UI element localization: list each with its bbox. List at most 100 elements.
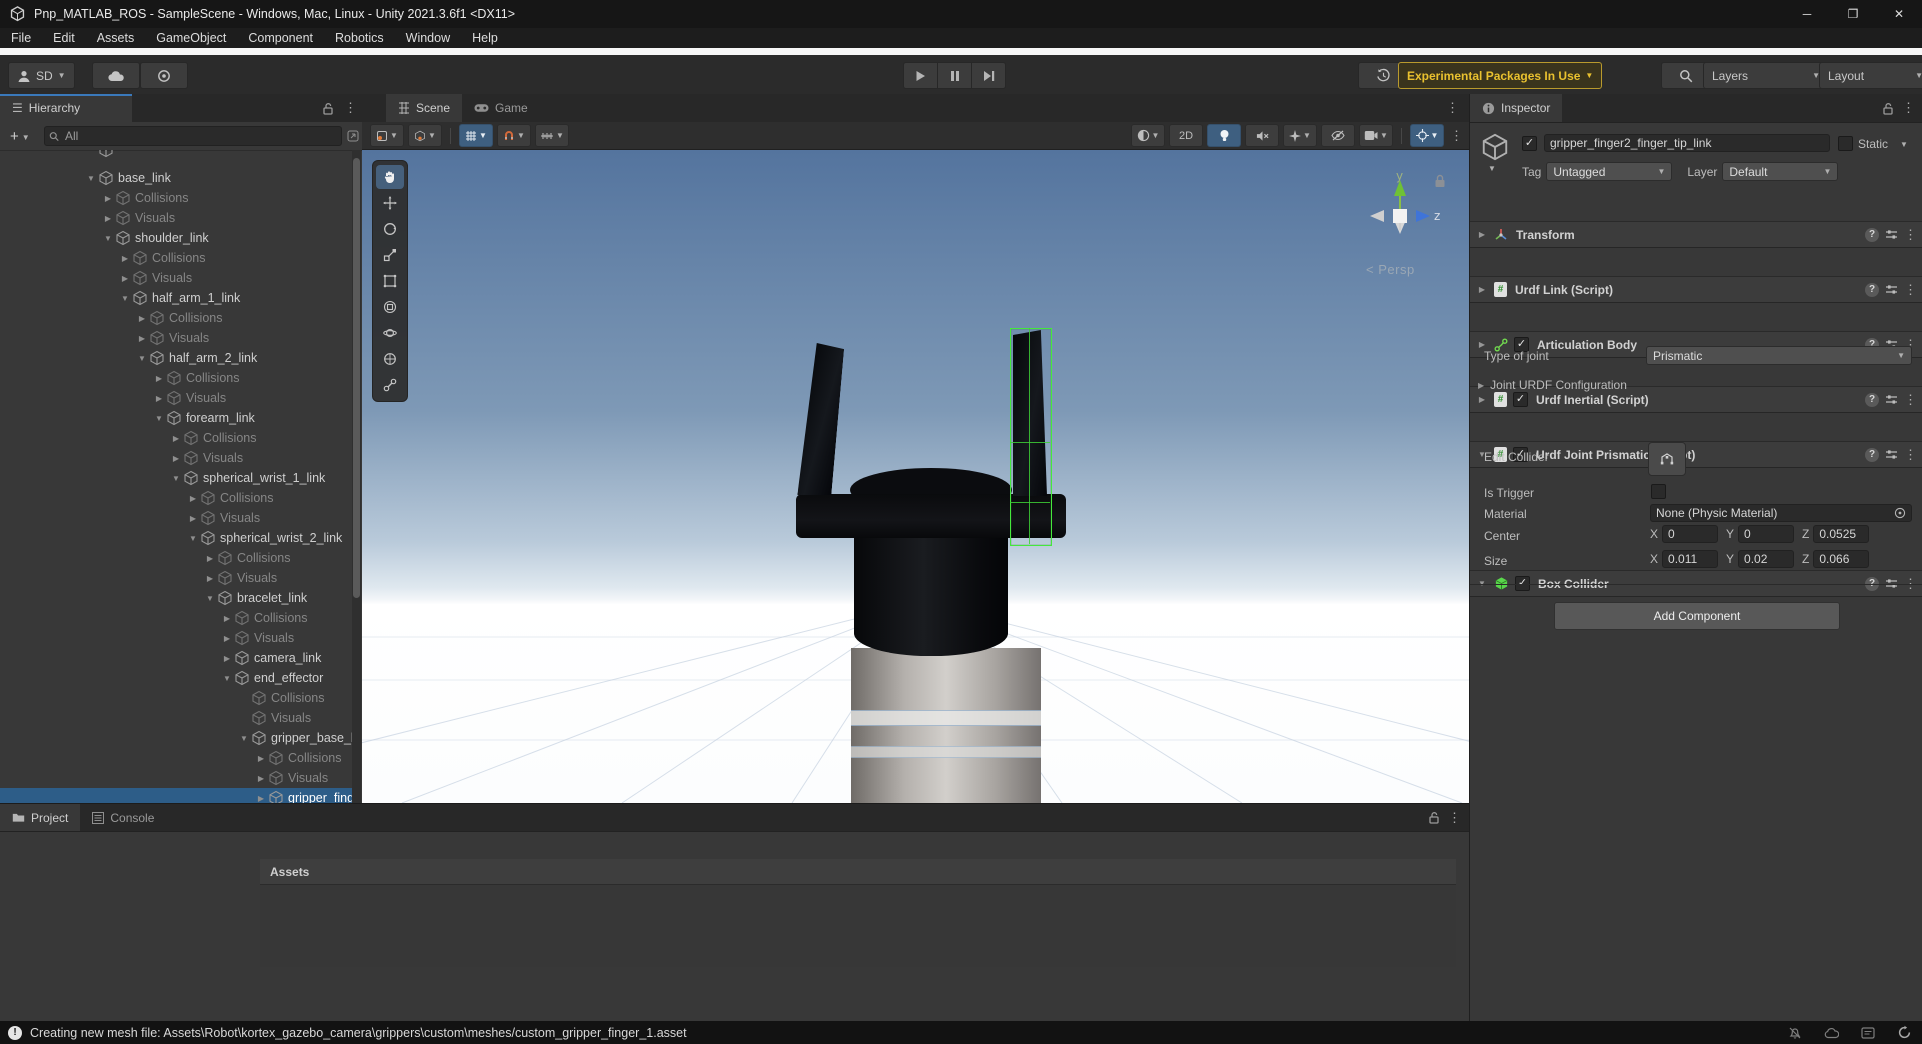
articulation-tool[interactable] <box>376 373 404 397</box>
custom-tool[interactable] <box>376 321 404 345</box>
hierarchy-row[interactable]: spherical_wrist_1_link <box>0 468 352 488</box>
expand-arrow-icon[interactable] <box>135 334 149 343</box>
panel-menu-icon[interactable]: ⋮ <box>344 100 357 116</box>
component-enabled-checkbox[interactable]: ✓ <box>1513 392 1528 407</box>
grid-visibility-button[interactable]: ▼ <box>459 124 493 147</box>
size-y-field[interactable] <box>1738 550 1794 568</box>
help-icon[interactable]: ? <box>1865 448 1879 462</box>
hierarchy-row[interactable]: Visuals <box>0 208 352 228</box>
hierarchy-row[interactable]: Collisions <box>0 488 352 508</box>
expand-arrow-icon[interactable] <box>152 394 166 403</box>
size-x-input[interactable] <box>1668 552 1712 566</box>
expand-arrow-icon[interactable] <box>220 634 234 643</box>
expand-arrow-icon[interactable] <box>118 254 132 263</box>
hierarchy-row[interactable]: Collisions <box>0 688 352 708</box>
lock-icon[interactable] <box>1428 811 1440 824</box>
hierarchy-row[interactable]: Collisions <box>0 248 352 268</box>
hierarchy-scrollbar[interactable] <box>352 150 361 803</box>
gizmo-lock-icon[interactable] <box>1434 174 1446 188</box>
expand-arrow-icon[interactable] <box>169 474 183 483</box>
hierarchy-row[interactable]: Collisions <box>0 748 352 768</box>
static-dropdown-icon[interactable]: ▼ <box>1900 140 1908 149</box>
center-z-field[interactable] <box>1813 525 1869 543</box>
tab-console[interactable]: Console <box>80 804 166 831</box>
center-x-input[interactable] <box>1668 527 1712 541</box>
hierarchy-search-input[interactable] <box>63 128 337 144</box>
expand-arrow-icon[interactable] <box>186 534 200 543</box>
expand-arrow-icon[interactable] <box>220 654 234 663</box>
component-menu-icon[interactable]: ⋮ <box>1904 447 1917 463</box>
hierarchy-row[interactable]: half_arm_2_link <box>0 348 352 368</box>
tab-game[interactable]: Game <box>462 94 540 122</box>
hierarchy-row[interactable]: Collisions <box>0 308 352 328</box>
tool-settings-button[interactable]: ▼ <box>370 124 404 147</box>
foldout-arrow-icon[interactable]: ▶ <box>1476 230 1488 239</box>
hierarchy-row[interactable]: gripper_base_link <box>0 728 352 748</box>
hierarchy-row[interactable]: Collisions <box>0 428 352 448</box>
experimental-packages-button[interactable]: Experimental Packages In Use ▼ <box>1398 62 1602 89</box>
hierarchy-row[interactable]: Visuals <box>0 768 352 788</box>
add-object-button[interactable]: + <box>10 128 19 145</box>
search-pick-icon[interactable] <box>347 130 359 142</box>
static-checkbox[interactable] <box>1838 136 1853 151</box>
joint-urdf-foldout[interactable]: ▶ Joint URDF Configuration <box>1478 378 1627 392</box>
center-y-field[interactable] <box>1738 525 1794 543</box>
component-menu-icon[interactable]: ⋮ <box>1904 282 1917 298</box>
component-menu-icon[interactable]: ⋮ <box>1904 392 1917 408</box>
play-button[interactable] <box>903 62 938 89</box>
camera-settings-button[interactable]: ▼ <box>1359 124 1393 147</box>
hierarchy-row[interactable]: base_link <box>0 168 352 188</box>
hierarchy-row[interactable]: spherical_wrist_2_link <box>0 528 352 548</box>
expand-arrow-icon[interactable] <box>220 614 234 623</box>
expand-arrow-icon[interactable] <box>186 494 200 503</box>
hierarchy-row[interactable]: half_arm_1_link <box>0 288 352 308</box>
add-component-button[interactable]: Add Component <box>1554 602 1840 630</box>
panel-menu-icon[interactable]: ⋮ <box>1448 810 1461 826</box>
menu-edit[interactable]: Edit <box>42 28 86 48</box>
expand-arrow-icon[interactable] <box>254 754 268 763</box>
expand-arrow-icon[interactable] <box>203 574 217 583</box>
component-menu-icon[interactable]: ⋮ <box>1904 227 1917 243</box>
status-info-icon[interactable]: ! <box>8 1026 22 1040</box>
size-x-field[interactable] <box>1662 550 1718 568</box>
tab-inspector[interactable]: Inspector <box>1470 94 1562 122</box>
panel-menu-icon[interactable]: ⋮ <box>1902 100 1915 116</box>
expand-arrow-icon[interactable] <box>101 194 115 203</box>
progress-spinner-icon[interactable] <box>1897 1025 1912 1040</box>
lock-icon[interactable] <box>1882 102 1894 115</box>
presets-icon[interactable] <box>1885 448 1898 461</box>
hierarchy-row[interactable] <box>0 150 352 168</box>
is-trigger-checkbox[interactable] <box>1651 484 1666 499</box>
2d-toggle-button[interactable]: 2D <box>1169 124 1203 147</box>
presets-icon[interactable] <box>1885 283 1898 296</box>
tag-dropdown[interactable]: Untagged▼ <box>1546 162 1672 181</box>
layers-dropdown[interactable]: Layers ▼ <box>1703 62 1829 89</box>
name-field[interactable] <box>1544 134 1830 152</box>
prefab-dropdown-icon[interactable]: ▼ <box>1488 164 1496 173</box>
hierarchy-row[interactable]: Visuals <box>0 508 352 528</box>
hierarchy-row[interactable]: Visuals <box>0 708 352 728</box>
hierarchy-search-field[interactable] <box>44 126 342 146</box>
gameobject-name-input[interactable] <box>1550 136 1824 150</box>
foldout-arrow-icon[interactable]: ▶ <box>1476 395 1488 404</box>
add-object-dropdown-icon[interactable]: ▼ <box>22 133 30 142</box>
activity-log-icon[interactable] <box>1861 1027 1875 1039</box>
layout-dropdown[interactable]: Layout ▼ <box>1819 62 1922 89</box>
expand-arrow-icon[interactable] <box>254 774 268 783</box>
tab-project[interactable]: Project <box>0 804 80 831</box>
hierarchy-row[interactable]: forearm_link <box>0 408 352 428</box>
type-of-joint-dropdown[interactable]: Prismatic▼ <box>1646 346 1912 365</box>
expand-arrow-icon[interactable] <box>101 234 115 243</box>
hierarchy-row[interactable]: Visuals <box>0 448 352 468</box>
cloud-status-icon[interactable] <box>1824 1027 1839 1039</box>
snap-button[interactable]: ▼ <box>497 124 531 147</box>
hierarchy-row[interactable]: Visuals <box>0 388 352 408</box>
expand-arrow-icon[interactable] <box>152 374 166 383</box>
transform-tool[interactable] <box>376 295 404 319</box>
help-icon[interactable]: ? <box>1865 228 1879 242</box>
center-x-field[interactable] <box>1662 525 1718 543</box>
object-picker-icon[interactable] <box>1894 507 1906 519</box>
effects-button[interactable]: ▼ <box>1283 124 1317 147</box>
cloud-button[interactable] <box>92 62 140 89</box>
expand-arrow-icon[interactable] <box>220 674 234 683</box>
